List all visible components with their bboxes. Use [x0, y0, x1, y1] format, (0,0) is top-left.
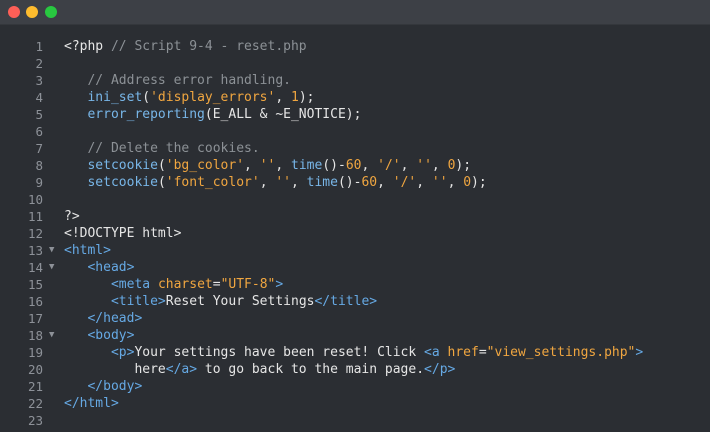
line-number: 18 [27, 328, 43, 343]
line-number: 15 [27, 277, 43, 292]
line-number: 13 [27, 243, 43, 258]
code-line[interactable]: 5 error_reporting(E_ALL & ~E_NOTICE); [0, 106, 710, 123]
line-number: 11 [27, 209, 43, 224]
maximize-window-button[interactable] [45, 6, 57, 18]
line-number: 14 [27, 260, 43, 275]
line-text: here</a> to go back to the main page.</p… [64, 362, 456, 377]
code-line[interactable]: 12 <!DOCTYPE html> [0, 225, 710, 242]
code-line[interactable]: 11 ?> [0, 208, 710, 225]
line-text: </body> [87, 379, 143, 394]
code-editor[interactable]: 1 <?php // Script 9-4 - reset.php 2 3 // Ad… [0, 38, 710, 429]
line-number: 5 [35, 107, 43, 122]
line-text: <p>Your settings have been reset! Click … [110, 345, 644, 360]
line-number: 1 [35, 39, 43, 54]
line-number: 17 [27, 311, 43, 326]
line-number: 8 [35, 158, 43, 173]
code-line[interactable]: 20 here</a> to go back to the main page.… [0, 361, 710, 378]
line-number: 23 [27, 413, 43, 428]
line-text: error_reporting(E_ALL & ~E_NOTICE); [87, 107, 362, 122]
line-text: <title>Reset Your Settings</title> [110, 294, 378, 309]
line-text: ?> [64, 209, 80, 224]
line-text: ini_set('display_errors', 1); [87, 90, 315, 105]
code-line[interactable]: 17 </head> [0, 310, 710, 327]
code-line[interactable]: 23 [0, 412, 710, 429]
line-text: </html> [64, 396, 119, 411]
code-line[interactable]: 10 [0, 191, 710, 208]
code-line[interactable]: 15 <meta charset="UTF-8"> [0, 276, 710, 293]
line-number: 21 [27, 379, 43, 394]
line-number: 12 [27, 226, 43, 241]
line-number: 7 [35, 141, 43, 156]
close-window-button[interactable] [8, 6, 20, 18]
line-number: 20 [27, 362, 43, 377]
code-line[interactable]: 7 // Delete the cookies. [0, 140, 710, 157]
code-line[interactable]: 14 ▼ <head> [0, 259, 710, 276]
code-line[interactable]: 22 </html> [0, 395, 710, 412]
code-line[interactable]: 16 <title>Reset Your Settings</title> [0, 293, 710, 310]
code-line[interactable]: 8 setcookie('bg_color', '', time()-60, '… [0, 157, 710, 174]
editor-window: 1 <?php // Script 9-4 - reset.php 2 3 // Ad… [0, 0, 710, 432]
code-line[interactable]: 21 </body> [0, 378, 710, 395]
code-line[interactable]: 3 // Address error handling. [0, 72, 710, 89]
code-line[interactable]: 19 <p>Your settings have been reset! Cli… [0, 344, 710, 361]
line-text: // Delete the cookies. [87, 141, 260, 156]
code-line[interactable]: 18 ▼ <body> [0, 327, 710, 344]
code-line[interactable]: 2 [0, 55, 710, 72]
code-line[interactable]: 1 <?php // Script 9-4 - reset.php [0, 38, 710, 55]
line-number: 22 [27, 396, 43, 411]
line-text: <head> [87, 260, 135, 275]
fold-arrow-icon[interactable]: ▼ [49, 327, 54, 344]
line-number: 19 [27, 345, 43, 360]
line-text: <html> [64, 243, 111, 258]
line-number: 3 [35, 73, 43, 88]
code-line[interactable]: 6 [0, 123, 710, 140]
line-text: <meta charset="UTF-8"> [110, 277, 284, 292]
line-text: setcookie('font_color', '', time()-60, '… [87, 175, 487, 190]
line-text: // Address error handling. [87, 73, 291, 88]
line-text: </head> [87, 311, 143, 326]
minimize-window-button[interactable] [26, 6, 38, 18]
line-text: setcookie('bg_color', '', time()-60, '/'… [87, 158, 472, 173]
code-line[interactable]: 4 ini_set('display_errors', 1); [0, 89, 710, 106]
code-line[interactable]: 9 setcookie('font_color', '', time()-60,… [0, 174, 710, 191]
line-number: 10 [27, 192, 43, 207]
line-number: 16 [27, 294, 43, 309]
line-text: <body> [87, 328, 135, 343]
line-number: 2 [35, 56, 43, 71]
code-line[interactable]: 13 ▼ <html> [0, 242, 710, 259]
line-text: <!DOCTYPE html> [64, 226, 182, 241]
line-text: <?php // Script 9-4 - reset.php [64, 39, 307, 54]
line-number: 4 [35, 90, 43, 105]
fold-arrow-icon[interactable]: ▼ [49, 259, 54, 276]
title-bar [0, 0, 710, 25]
line-number: 9 [35, 175, 43, 190]
line-number: 6 [35, 124, 43, 139]
fold-arrow-icon[interactable]: ▼ [49, 242, 54, 259]
